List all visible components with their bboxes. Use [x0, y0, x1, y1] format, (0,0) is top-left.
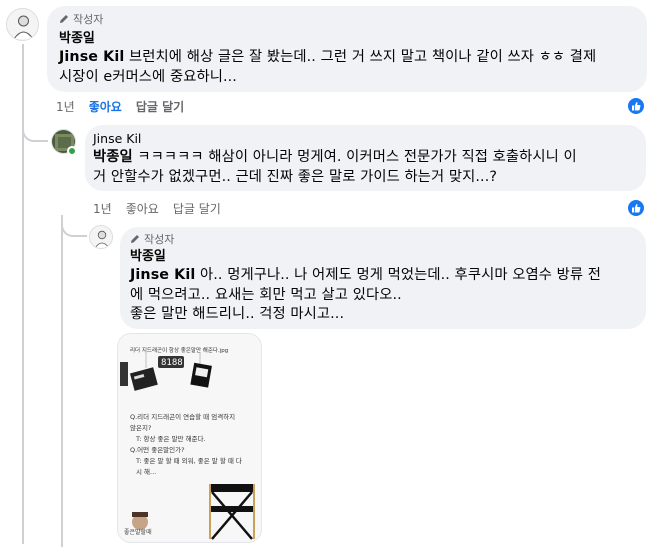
- reply-button[interactable]: 답글 달기: [136, 98, 184, 115]
- comment-line-1: 아.. 멍게구나.. 나 어제도 멍게 먹었는데.. 후쿠시마 오염수 방류 전: [200, 267, 602, 283]
- comment-text: 박종일 ㅋㅋㅋㅋㅋ 해삼이 아니라 멍게여. 이커머스 전문가가 직접 호출하시…: [93, 148, 638, 187]
- meme-text: Q.리더 지드래곤이 연습할 때 엄격하지 않은지? T: 항상 좋은 말만 해…: [130, 413, 242, 476]
- comment-line-1: ㅋㅋㅋㅋㅋ 해삼이 아니라 멍게여. 이커머스 전문가가 직접 호출하시니 이: [137, 149, 577, 165]
- comment-line-2: 시장이 e커머스에 중요하니...: [59, 68, 237, 85]
- like-reaction-icon[interactable]: [627, 97, 645, 115]
- tagged-user[interactable]: Jinse Kil: [130, 267, 195, 283]
- comment-line-3: 좋은 말만 해드리니.. 걱정 마시고...: [130, 306, 345, 322]
- author-badge: 작성자: [59, 12, 635, 26]
- author-badge: 작성자: [130, 232, 636, 246]
- pencil-icon: [60, 15, 68, 23]
- like-button[interactable]: 좋아요: [126, 200, 159, 217]
- commenter-name[interactable]: 박종일: [59, 30, 635, 48]
- thread-connector-elbow: [22, 110, 48, 142]
- comment-actions-1: 1년 좋아요 답글 달기: [56, 98, 198, 114]
- comment-text: Jinse Kil 브런치에 해상 글은 잘 봤는데.. 그런 거 쓰지 말고 …: [59, 48, 635, 87]
- meme-footer: 좋은말할때: [124, 529, 152, 536]
- comment-actions-2: 1년 좋아요 답글 달기: [93, 200, 235, 216]
- like-reaction-icon[interactable]: [627, 199, 645, 217]
- timestamp[interactable]: 1년: [56, 98, 75, 115]
- svg-text:8188: 8188: [161, 358, 183, 368]
- directors-chair-icon: [209, 484, 255, 540]
- reply-button[interactable]: 답글 달기: [173, 200, 221, 217]
- author-badge-label: 작성자: [144, 233, 175, 246]
- avatar-image: [7, 9, 38, 40]
- comment-line-2: 거 안할수가 없겠구먼.. 근데 진짜 좋은 말로 가이드 하는거 맞지...?: [93, 168, 498, 185]
- like-button[interactable]: 좋아요: [89, 98, 122, 115]
- avatar-image: [90, 226, 112, 248]
- author-badge-label: 작성자: [73, 13, 104, 26]
- commenter-name[interactable]: 박종일: [130, 248, 636, 266]
- comment-bubble-1: 작성자 박종일 Jinse Kil 브런치에 해상 글은 잘 봤는데.. 그런 …: [47, 6, 647, 92]
- timestamp[interactable]: 1년: [93, 200, 112, 217]
- tagged-user[interactable]: Jinse Kil: [59, 49, 124, 65]
- pencil-icon: [131, 235, 139, 243]
- attached-meme-image[interactable]: 리더 지드래곤이 항상 좋은말만 해준다.jpg 8188 Q.리더 지드래곤이…: [117, 333, 262, 543]
- avatar-park-jongil[interactable]: [6, 8, 39, 41]
- comment-bubble-3: 작성자 박종일 Jinse Kil 아.. 멍게구나.. 나 어제도 멍게 먹었…: [120, 227, 646, 329]
- commenter-name[interactable]: Jinse Kil: [93, 130, 638, 148]
- thread-connector-elbow: [61, 215, 87, 237]
- online-status-icon: [67, 146, 77, 156]
- comment-line-1: 브런치에 해상 글은 잘 봤는데.. 그런 거 쓰지 말고 책이나 같이 쓰자 …: [129, 49, 597, 65]
- comment-text: Jinse Kil 아.. 멍게구나.. 나 어제도 멍게 먹었는데.. 후쿠시…: [130, 266, 636, 325]
- comment-line-2: 에 먹으려고.. 요새는 회만 먹고 살고 있다오..: [130, 286, 402, 303]
- tagged-user[interactable]: 박종일: [93, 149, 133, 165]
- comment-bubble-2: Jinse Kil 박종일 ㅋㅋㅋㅋㅋ 해삼이 아니라 멍게여. 이커머스 전문…: [85, 125, 646, 191]
- thread-connector: [61, 215, 63, 547]
- avatar-park-jongil[interactable]: [89, 225, 113, 249]
